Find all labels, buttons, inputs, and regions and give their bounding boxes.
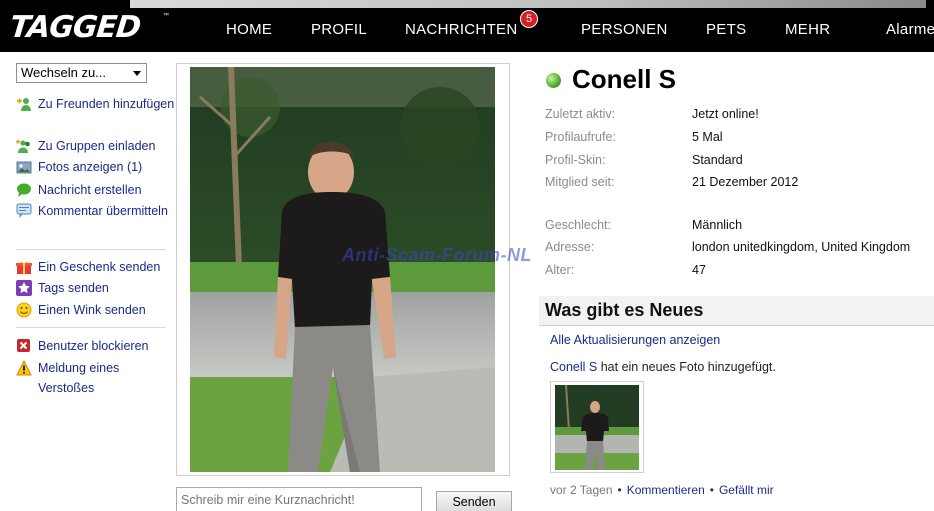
profile-photo[interactable] xyxy=(190,67,495,472)
detail-value-address: london unitedkingdom, United Kingdom xyxy=(692,240,911,254)
nav-pets[interactable]: PETS xyxy=(706,21,746,38)
add-friend-label: Zu Freunden hinzufügen xyxy=(38,97,175,111)
add-friend-link[interactable]: Zu Freunden hinzufügen xyxy=(16,94,176,114)
submit-comment-link[interactable]: Kommentar übermitteln xyxy=(16,201,176,221)
view-photos-label: Fotos anzeigen (1) xyxy=(38,160,143,174)
nav-nachrichten[interactable]: NACHRICHTEN xyxy=(405,21,517,38)
news-title: Was gibt es Neues xyxy=(545,300,704,320)
detail-label-member-since: Mitglied seit: xyxy=(545,175,615,189)
send-gift-link[interactable]: Ein Geschenk senden xyxy=(16,257,176,277)
send-button[interactable]: Senden xyxy=(436,491,512,511)
meta-separator: • xyxy=(617,483,622,497)
block-user-label: Benutzer blockieren xyxy=(38,339,149,353)
nav-mehr[interactable]: MEHR xyxy=(785,21,830,38)
star-icon xyxy=(16,280,32,296)
nav-profil[interactable]: PROFIL xyxy=(311,21,367,38)
send-gift-label: Ein Geschenk senden xyxy=(38,260,161,274)
report-abuse-label: Meldung eines Verstoßes xyxy=(38,361,120,395)
feed-action-text: hat ein neues Foto hinzugefügt. xyxy=(597,360,776,374)
comment-link[interactable]: Kommentieren xyxy=(627,483,705,497)
photos-icon xyxy=(16,161,32,174)
send-wink-label: Einen Wink senden xyxy=(38,303,146,317)
invite-group-label: Zu Gruppen einladen xyxy=(38,139,156,153)
block-user-link[interactable]: Benutzer blockieren xyxy=(16,336,176,356)
online-status-icon xyxy=(546,73,561,88)
view-photos-link[interactable]: Fotos anzeigen (1) xyxy=(16,157,176,177)
switch-to-select-value: Wechseln zu... xyxy=(21,65,107,80)
report-abuse-link[interactable]: Meldung eines Verstoßes xyxy=(16,358,176,398)
feed-time: vor 2 Tagen xyxy=(550,483,613,497)
feed-photo-svg xyxy=(555,385,639,470)
nav-home[interactable]: HOME xyxy=(226,21,272,38)
nav-alarme[interactable]: Alarme xyxy=(886,21,934,38)
detail-label-age: Alter: xyxy=(545,263,575,277)
compose-message-label: Nachricht erstellen xyxy=(38,183,142,197)
detail-label-profile-views: Profilaufrufe: xyxy=(545,130,616,144)
detail-value-gender: Männlich xyxy=(692,218,743,232)
all-updates-link[interactable]: Alle Aktualisierungen anzeigen xyxy=(550,333,720,347)
chat-bubble-icon xyxy=(17,183,31,197)
detail-label-gender: Geschlecht: xyxy=(545,218,612,232)
detail-label-profile-skin: Profil-Skin: xyxy=(545,153,606,167)
sidebar-divider xyxy=(16,327,166,328)
submit-comment-label: Kommentar übermitteln xyxy=(38,204,168,218)
meta-separator: • xyxy=(709,483,714,497)
detail-value-last-active: Jetzt online! xyxy=(692,107,759,121)
detail-label-address: Adresse: xyxy=(545,240,595,254)
invite-group-link[interactable]: Zu Gruppen einladen xyxy=(16,136,176,156)
profile-name: Conell S xyxy=(572,64,677,94)
detail-label-last-active: Zuletzt aktiv: xyxy=(545,107,616,121)
short-message-input[interactable] xyxy=(176,487,422,511)
feed-item-text: Conell S hat ein neues Foto hinzugefügt. xyxy=(550,360,776,374)
detail-value-profile-views: 5 Mal xyxy=(692,130,723,144)
block-icon xyxy=(17,339,30,352)
send-wink-link[interactable]: Einen Wink senden xyxy=(16,300,176,320)
like-link[interactable]: Gefällt mir xyxy=(719,483,774,497)
gift-icon xyxy=(16,261,32,274)
chevron-down-icon xyxy=(133,71,141,76)
profile-photo-image xyxy=(190,67,495,472)
detail-value-profile-skin: Standard xyxy=(692,153,743,167)
add-friend-icon xyxy=(17,98,31,111)
compose-message-link[interactable]: Nachricht erstellen xyxy=(16,180,176,200)
watermark-text: Anti-Scam-Forum-NL xyxy=(342,245,532,265)
send-tags-link[interactable]: Tags senden xyxy=(16,278,176,298)
sidebar-divider xyxy=(16,249,166,250)
nav-personen[interactable]: PERSONEN xyxy=(581,21,668,38)
warning-icon xyxy=(16,360,32,376)
send-tags-label: Tags senden xyxy=(38,281,109,295)
messages-count-badge[interactable]: 5 xyxy=(520,10,538,28)
tagged-logo[interactable]: TAGGED xyxy=(8,10,142,45)
detail-value-age: 47 xyxy=(692,263,706,277)
feed-user-link[interactable]: Conell S xyxy=(550,360,597,374)
detail-value-member-since: 21 Dezember 2012 xyxy=(692,175,799,189)
switch-to-select[interactable]: Wechseln zu... xyxy=(16,63,147,83)
feed-meta-row: vor 2 Tagen • Kommentieren • Gefällt mir xyxy=(550,483,774,497)
comment-icon xyxy=(16,203,32,218)
feed-photo-image[interactable] xyxy=(555,385,639,470)
invite-group-icon xyxy=(16,139,30,153)
logo-trademark: ™ xyxy=(163,13,169,19)
banner-strip xyxy=(130,0,926,8)
smiley-icon xyxy=(16,302,32,318)
